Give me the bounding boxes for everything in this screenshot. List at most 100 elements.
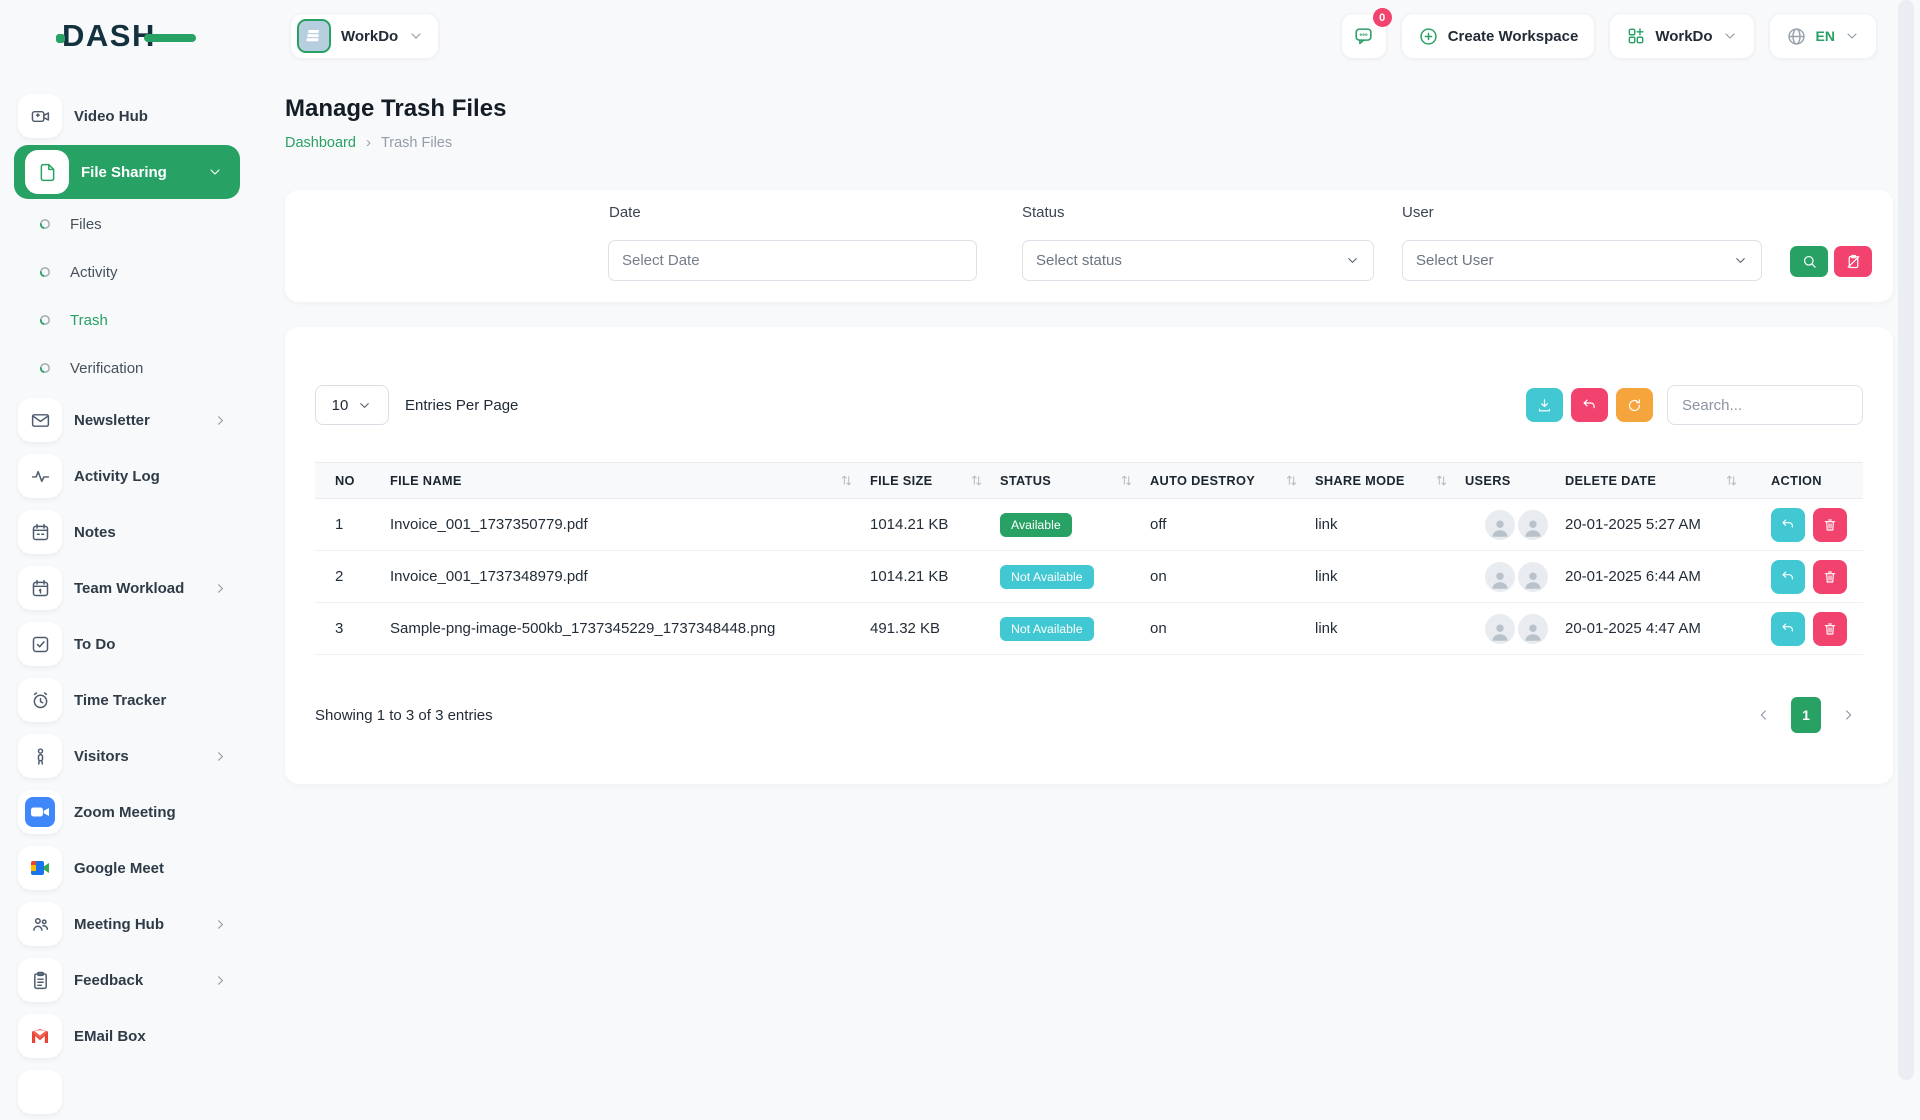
refresh-button[interactable] [1616,388,1653,422]
shared-users-avatars [1465,510,1548,540]
page-scrollbar[interactable] [1898,0,1914,1080]
sidebar-item-meeting-hub[interactable]: Meeting Hub [0,896,260,952]
entries-summary: Showing 1 to 3 of 3 entries [315,707,493,724]
sidebar-item-time-tracker[interactable]: Time Tracker [0,672,260,728]
table-search-input[interactable] [1667,385,1863,425]
delete-file-button[interactable] [1813,612,1847,646]
trash-icon [1822,621,1838,637]
sidebar-item-activity-log[interactable]: Activity Log [0,448,260,504]
sidebar-item-notes[interactable]: Notes [0,504,260,560]
sidebar-item-label: Newsletter [74,412,150,429]
messages-button[interactable]: 0 [1341,13,1387,59]
sidebar-item-zoom-meeting[interactable]: Zoom Meeting [0,784,260,840]
delete-file-button[interactable] [1813,560,1847,594]
chevron-right-icon [213,917,228,932]
restore-file-button[interactable] [1771,508,1805,542]
restore-file-button[interactable] [1771,612,1805,646]
date-filter-label: Date [609,204,641,221]
column-header-file-size[interactable]: FILE SIZE [870,473,1000,488]
dash-logo[interactable]: DASH [62,14,156,58]
page-title: Manage Trash Files [285,95,506,123]
sidebar-item-visitors[interactable]: Visitors [0,728,260,784]
sidebar-item-partial[interactable] [0,1064,260,1120]
breadcrumb-dashboard-link[interactable]: Dashboard [285,135,356,151]
export-download-button[interactable] [1526,388,1563,422]
entries-per-page-value: 10 [332,397,349,414]
workspace-menu-button[interactable]: WorkDo [1609,13,1754,59]
building-stack-icon [297,19,331,53]
sidebar-item-newsletter[interactable]: Newsletter [0,392,260,448]
logo-dot [56,34,65,43]
sidebar-item-files[interactable]: Files [0,200,260,248]
sidebar-item-label: Activity [70,264,118,281]
sidebar-item-email-box[interactable]: EMail Box [0,1008,260,1064]
undo-icon [1780,569,1796,585]
sidebar-item-feedback[interactable]: Feedback [0,952,260,1008]
file-size: 1014.21 KB [870,568,1000,585]
column-header-delete-date[interactable]: DELETE DATE [1565,473,1755,488]
table-row: 3 Sample-png-image-500kb_1737345229_1737… [315,603,1863,655]
sidebar-item-google-meet[interactable]: Google Meet [0,840,260,896]
sidebar-item-file-sharing[interactable]: File Sharing [14,145,240,199]
row-number: 3 [315,620,390,637]
sidebar-item-label: Video Hub [74,108,148,125]
next-page-button[interactable] [1833,697,1863,733]
chevron-down-icon [207,164,223,180]
sidebar-item-team-workload[interactable]: Team Workload [0,560,260,616]
search-icon [1801,253,1818,270]
date-filter-input[interactable] [608,240,977,281]
column-header-no: NO [315,473,390,488]
sidebar-item-to-do[interactable]: To Do [0,616,260,672]
chevron-right-icon [213,749,228,764]
sidebar-item-activity[interactable]: Activity [0,248,260,296]
sidebar-item-trash[interactable]: Trash [0,296,260,344]
chevron-down-icon [1345,253,1360,268]
status-filter-select[interactable]: Select status [1022,240,1374,281]
sidebar-item-label: Activity Log [74,468,160,485]
column-header-file-name[interactable]: FILE NAME [390,473,870,488]
column-header-status[interactable]: STATUS [1000,473,1150,488]
zoom-logo-icon [18,790,62,834]
clipboard-slash-icon [1845,253,1862,270]
delete-date: 20-01-2025 4:47 AM [1565,620,1755,637]
delete-date: 20-01-2025 5:27 AM [1565,516,1755,533]
filter-reset-button[interactable] [1834,246,1872,277]
language-label: EN [1816,28,1835,44]
avatar [1518,510,1548,540]
column-header-users: USERS [1465,473,1565,488]
column-header-share-mode[interactable]: SHARE MODE [1315,473,1465,488]
file-size: 1014.21 KB [870,516,1000,533]
progress-circle-icon [39,218,51,230]
page-number-button[interactable]: 1 [1791,697,1821,733]
delete-date: 20-01-2025 6:44 AM [1565,568,1755,585]
sidebar-item-label: Team Workload [74,580,184,597]
filter-search-button[interactable] [1790,246,1828,277]
previous-page-button[interactable] [1749,697,1779,733]
row-number: 1 [315,516,390,533]
sort-arrows-icon [969,473,984,488]
restore-all-button[interactable] [1571,388,1608,422]
breadcrumb: Dashboard › Trash Files [285,134,452,151]
user-filter-select[interactable]: Select User [1402,240,1762,281]
chevron-left-icon [1756,707,1772,723]
sidebar-item-video-hub[interactable]: Video Hub [0,88,260,144]
sort-arrows-icon [1724,473,1739,488]
language-selector[interactable]: EN [1769,13,1877,59]
sidebar-item-label: Google Meet [74,860,164,877]
status-badge: Available [1000,513,1072,537]
sidebar-item-verification[interactable]: Verification [0,344,260,392]
status-filter-value: Select status [1036,252,1122,269]
hidden-icon [18,1070,62,1114]
sort-arrows-icon [1119,473,1134,488]
share-mode-value: link [1315,516,1465,533]
user-filter-label: User [1402,204,1434,221]
entries-per-page-select[interactable]: 10 [315,385,389,425]
filter-card: Date Status Select status User Select Us… [285,190,1893,302]
workspace-switcher[interactable]: WorkDo [290,13,439,59]
video-camera-icon [18,94,62,138]
column-header-auto-destroy[interactable]: AUTO DESTROY [1150,473,1315,488]
avatar [1485,562,1515,592]
delete-file-button[interactable] [1813,508,1847,542]
restore-file-button[interactable] [1771,560,1805,594]
create-workspace-button[interactable]: Create Workspace [1401,13,1596,59]
